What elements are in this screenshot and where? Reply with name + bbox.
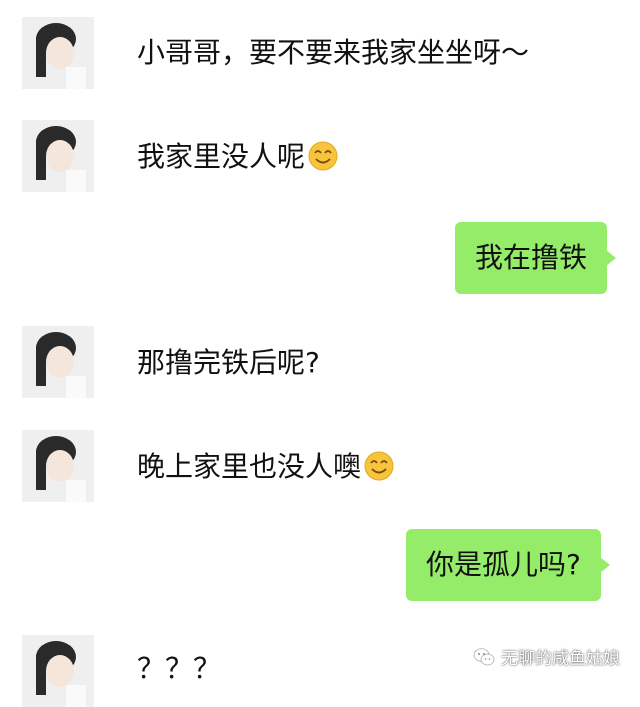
message-text: 你是孤儿吗? [426, 548, 581, 581]
watermark-text: 无聊的咸鱼姑娘 [501, 649, 620, 669]
contact-message: 小哥哥，要不要来我家坐坐呀～ [137, 36, 529, 70]
message-text: 我家里没人呢 [137, 140, 306, 173]
contact-avatar[interactable] [22, 635, 94, 707]
contact-message: 晚上家里也没人噢 [137, 450, 395, 484]
chat-view: 小哥哥，要不要来我家坐坐呀～ 我家里没人呢 我在撸铁 那撸完铁后呢? 晚上家里也… [0, 0, 640, 707]
wechat-icon [473, 647, 495, 665]
self-message-bubble[interactable]: 我在撸铁 [455, 222, 617, 294]
message-text: 那撸完铁后呢? [137, 346, 320, 379]
smiling-face-with-heart-eyes-icon [364, 451, 394, 481]
contact-avatar[interactable] [22, 120, 94, 192]
message-text: 晚上家里也没人噢 [137, 450, 362, 483]
message-text: 小哥哥，要不要来我家坐坐呀～ [137, 36, 530, 69]
contact-avatar[interactable] [22, 17, 94, 89]
message-text: 我在撸铁 [475, 241, 588, 274]
contact-message: ？？？ [137, 652, 221, 686]
smiling-face-with-heart-eyes-icon [308, 141, 338, 171]
contact-avatar[interactable] [22, 326, 94, 398]
message-text: ？？？ [137, 652, 222, 685]
contact-message: 我家里没人呢 [137, 140, 339, 174]
self-message-bubble[interactable]: 你是孤儿吗? [406, 529, 610, 601]
watermark: 无聊的咸鱼姑娘 [473, 644, 620, 669]
contact-message: 那撸完铁后呢? [137, 346, 320, 380]
contact-avatar[interactable] [22, 430, 94, 502]
